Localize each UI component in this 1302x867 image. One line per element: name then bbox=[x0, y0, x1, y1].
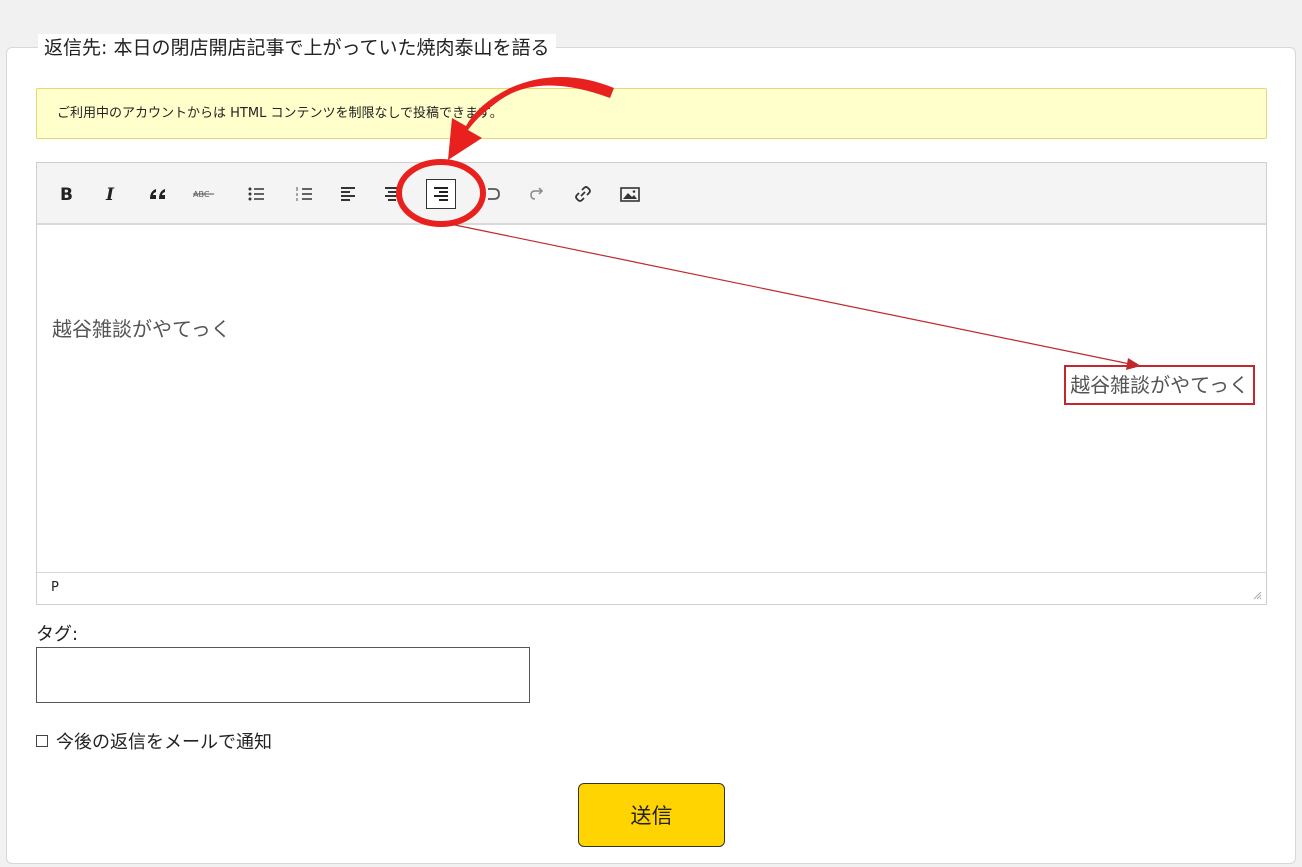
notify-option[interactable]: 今後の返信をメールで通知 bbox=[36, 728, 272, 754]
notify-label: 今後の返信をメールで通知 bbox=[56, 732, 272, 753]
align-right-button[interactable] bbox=[426, 179, 456, 209]
numbered-list-button[interactable] bbox=[289, 179, 319, 209]
paragraph-left-aligned: 越谷雑談がやてっく bbox=[52, 317, 231, 341]
strikethrough-icon: ABC bbox=[193, 190, 214, 199]
undo-icon bbox=[488, 188, 500, 200]
link-icon bbox=[575, 186, 591, 202]
quote-icon bbox=[150, 189, 165, 199]
bullet-list-button[interactable] bbox=[241, 179, 271, 209]
resize-handle-icon[interactable] bbox=[1252, 590, 1262, 600]
editor-toolbar: B I ABC bbox=[37, 163, 1266, 225]
image-button[interactable] bbox=[615, 179, 645, 209]
align-left-icon bbox=[341, 187, 355, 201]
tags-label: タグ: bbox=[36, 624, 79, 645]
redo-button[interactable] bbox=[522, 179, 552, 209]
align-center-icon bbox=[385, 187, 399, 201]
numbered-list-icon bbox=[296, 187, 312, 201]
html-notice: ご利用中のアカウントからは HTML コンテンツを制限なしで投稿できます。 bbox=[36, 88, 1267, 139]
bold-icon: B bbox=[60, 185, 73, 204]
blockquote-button[interactable] bbox=[143, 179, 173, 209]
rich-text-editor: B I ABC 越谷雑談がやてっく 越谷雑談がやてっく P bbox=[36, 162, 1267, 605]
svg-text:I: I bbox=[105, 185, 115, 204]
undo-button[interactable] bbox=[477, 179, 507, 209]
tags-input[interactable] bbox=[36, 647, 530, 703]
editor-content[interactable]: 越谷雑談がやてっく 越谷雑談がやてっく bbox=[37, 225, 1266, 573]
paragraph-right-aligned: 越谷雑談がやてっく bbox=[1064, 365, 1255, 405]
bold-button[interactable]: B bbox=[51, 179, 81, 209]
svg-text:B: B bbox=[60, 185, 73, 204]
italic-button[interactable]: I bbox=[97, 179, 127, 209]
submit-button[interactable]: 送信 bbox=[578, 783, 725, 847]
link-button[interactable] bbox=[568, 179, 598, 209]
form-legend: 返信先: 本日の閉店開店記事で上がっていた焼肉泰山を語る bbox=[38, 34, 556, 62]
bullet-list-icon bbox=[248, 187, 264, 201]
editor-statusbar: P bbox=[37, 572, 1266, 604]
notify-checkbox[interactable] bbox=[36, 735, 48, 747]
element-path[interactable]: P bbox=[51, 580, 59, 595]
strikethrough-button[interactable]: ABC bbox=[189, 179, 219, 209]
image-icon bbox=[620, 187, 640, 202]
align-right-icon bbox=[434, 187, 448, 201]
italic-icon: I bbox=[105, 185, 115, 204]
redo-icon bbox=[530, 187, 544, 200]
align-center-button[interactable] bbox=[377, 179, 407, 209]
align-left-button[interactable] bbox=[333, 179, 363, 209]
